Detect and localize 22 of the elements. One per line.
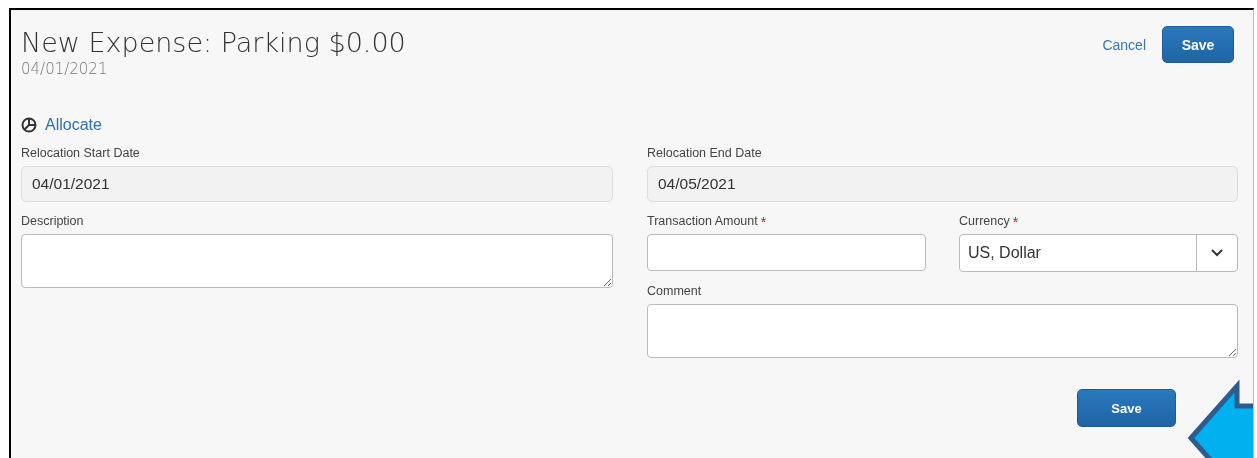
field-label: Comment <box>647 284 702 298</box>
date-field[interactable]: 04/01/2021 <box>21 166 613 202</box>
chevron-down-icon <box>1211 249 1223 257</box>
field-label: Description <box>21 214 84 228</box>
required-mark: * <box>760 214 767 228</box>
save-button[interactable]: Save <box>1162 26 1234 63</box>
allocate-link[interactable]: Allocate <box>45 116 102 134</box>
currency-select[interactable]: US, Dollar <box>959 234 1238 272</box>
required-mark: * <box>1012 214 1019 228</box>
field-label: Relocation End Date <box>647 146 762 160</box>
amount-field[interactable] <box>647 234 926 271</box>
pie-chart-icon <box>21 117 37 133</box>
text-area[interactable] <box>647 304 1238 358</box>
cancel-link[interactable]: Cancel <box>1102 36 1146 53</box>
text-area[interactable] <box>21 234 613 288</box>
expense-date: 04/01/2021 <box>21 60 109 78</box>
save-button[interactable]: Save <box>1077 389 1176 427</box>
date-field[interactable]: 04/05/2021 <box>647 166 1238 202</box>
field-label: Transaction Amount <box>647 214 758 228</box>
field-label: Currency <box>959 214 1010 228</box>
page-title: New Expense: Parking $0.00 <box>21 26 406 60</box>
field-label: Relocation Start Date <box>21 146 140 160</box>
